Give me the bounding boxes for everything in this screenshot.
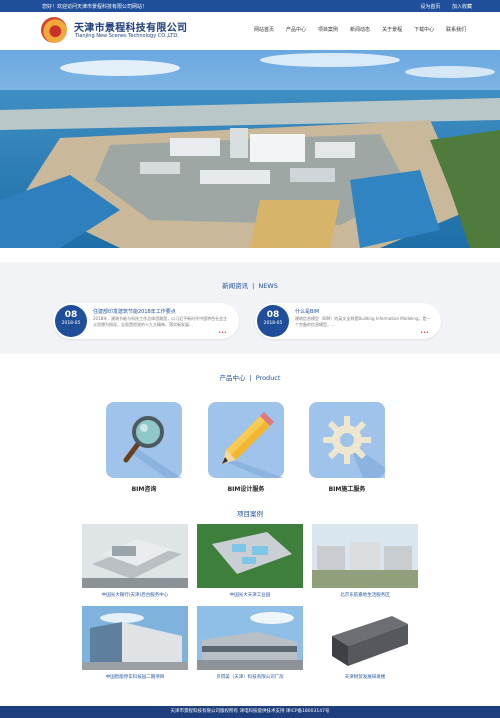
news-desc: 建筑信息模型（BIM）的英文全称是Building Information Mo… bbox=[295, 316, 431, 327]
case-caption[interactable]: 中国光大银行(天津)后台服务中心 bbox=[82, 592, 188, 598]
nav-download[interactable]: 下载中心 bbox=[414, 26, 434, 33]
news-title-cn: 新闻资讯 bbox=[222, 282, 249, 290]
case-caption[interactable]: 中国智能停车科技园二期项目 bbox=[82, 674, 188, 680]
company-name-en: Tianjing New Scenes Technology CO.,LTD. bbox=[75, 33, 179, 39]
case-item[interactable]: 北京东航嘉地生活服务区 bbox=[312, 524, 418, 598]
case-caption[interactable]: 北京东航嘉地生活服务区 bbox=[312, 592, 418, 598]
add-favorite-link[interactable]: 加入收藏 bbox=[452, 4, 472, 10]
pencil-icon bbox=[222, 412, 284, 478]
product-card-bim-design[interactable] bbox=[208, 402, 284, 478]
site-header: 天津市景程科技有限公司 Tianjing New Scenes Technolo… bbox=[0, 12, 500, 50]
news-year-month: 2018-05 bbox=[61, 321, 81, 326]
case-item[interactable]: 中国智能停车科技园二期项目 bbox=[82, 606, 188, 680]
news-desc: 2018年，建筑节能与科技工作总体思路是，以习近平新时代中国特色社会主义思想为指… bbox=[93, 316, 228, 327]
case-image[interactable] bbox=[312, 524, 418, 588]
hero-aerial-image bbox=[0, 50, 500, 248]
title-separator: | bbox=[252, 282, 255, 290]
news-title[interactable]: 什么是BIM bbox=[295, 308, 319, 315]
case-item[interactable]: 贝得美（天津）科技有限公司厂房 bbox=[197, 606, 303, 680]
gear-icon bbox=[323, 416, 385, 478]
nav-about[interactable]: 关于景程 bbox=[382, 26, 402, 33]
case-caption[interactable]: 天津财贸发展研发楼 bbox=[312, 674, 418, 680]
products-title-cn: 产品中心 bbox=[219, 374, 246, 382]
company-name-cn: 天津市景程科技有限公司 bbox=[74, 23, 188, 34]
product-label[interactable]: BIM设计服务 bbox=[208, 484, 284, 493]
cases-section-title: 项目案例 bbox=[237, 510, 263, 518]
news-day: 08 bbox=[64, 310, 78, 320]
products-section-title: 产品中心 | Product bbox=[0, 372, 500, 382]
news-year-month: 2018-05 bbox=[263, 321, 283, 326]
news-card[interactable]: 08 2018-05 什么是BIM 建筑信息模型（BIM）的英文全称是Build… bbox=[255, 303, 441, 339]
nav-home[interactable]: 网站首页 bbox=[254, 26, 274, 33]
product-card-bim-consulting[interactable] bbox=[106, 402, 182, 478]
set-home-link[interactable]: 设为首页 bbox=[420, 4, 440, 10]
nav-contact[interactable]: 联系我们 bbox=[446, 26, 466, 33]
magnifier-icon bbox=[123, 416, 182, 478]
products-title-en: Product bbox=[255, 374, 281, 382]
news-date-badge: 08 2018-05 bbox=[55, 305, 87, 337]
case-item[interactable]: 中国光大天津工业园 bbox=[197, 524, 303, 598]
case-image[interactable] bbox=[312, 606, 418, 670]
top-bar: 您好！欢迎访问天津市景程科技有限公司网站！ 设为首页 加入收藏 bbox=[0, 0, 500, 12]
case-caption[interactable]: 贝得美（天津）科技有限公司厂房 bbox=[197, 674, 303, 680]
hero-banner bbox=[0, 50, 500, 248]
news-day: 08 bbox=[266, 310, 280, 320]
site-footer: 天津市景程科技有限公司版权所有 津电科技提供技术支持 津ICP备18003147… bbox=[0, 706, 500, 718]
product-card-bim-construction[interactable] bbox=[309, 402, 385, 478]
case-image[interactable] bbox=[82, 524, 188, 588]
case-image[interactable] bbox=[82, 606, 188, 670]
news-title[interactable]: 住建部印发建筑节能2018年工作要点 bbox=[93, 308, 176, 315]
product-label[interactable]: BIM咨询 bbox=[106, 484, 182, 493]
case-image[interactable] bbox=[197, 524, 303, 588]
nav-products[interactable]: 产品中心 bbox=[286, 26, 306, 33]
main-nav: 网站首页 产品中心 项目案例 新闻动态 关于景程 下载中心 联系我们 bbox=[254, 26, 478, 33]
case-item[interactable]: 中国光大银行(天津)后台服务中心 bbox=[82, 524, 188, 598]
company-logo[interactable] bbox=[41, 17, 67, 43]
product-label[interactable]: BIM施工服务 bbox=[309, 484, 385, 493]
nav-news[interactable]: 新闻动态 bbox=[350, 26, 370, 33]
welcome-text: 您好！欢迎访问天津市景程科技有限公司网站！ bbox=[42, 4, 148, 10]
nav-cases[interactable]: 项目案例 bbox=[318, 26, 338, 33]
news-more-link[interactable]: ••• bbox=[218, 330, 227, 336]
news-section: 新闻资讯 | NEWS 08 2018-05 住建部印发建筑节能2018年工作要点 … bbox=[0, 262, 500, 354]
top-links: 设为首页 加入收藏 bbox=[410, 3, 472, 10]
news-card[interactable]: 08 2018-05 住建部印发建筑节能2018年工作要点 2018年，建筑节能… bbox=[53, 303, 239, 339]
news-section-title: 新闻资讯 | NEWS bbox=[0, 280, 500, 290]
news-title-en: NEWS bbox=[258, 282, 278, 290]
title-separator: | bbox=[249, 374, 252, 382]
news-more-link[interactable]: ••• bbox=[420, 330, 429, 336]
case-item[interactable]: 天津财贸发展研发楼 bbox=[312, 606, 418, 680]
news-date-badge: 08 2018-05 bbox=[257, 305, 289, 337]
case-caption[interactable]: 中国光大天津工业园 bbox=[197, 592, 303, 598]
case-image[interactable] bbox=[197, 606, 303, 670]
